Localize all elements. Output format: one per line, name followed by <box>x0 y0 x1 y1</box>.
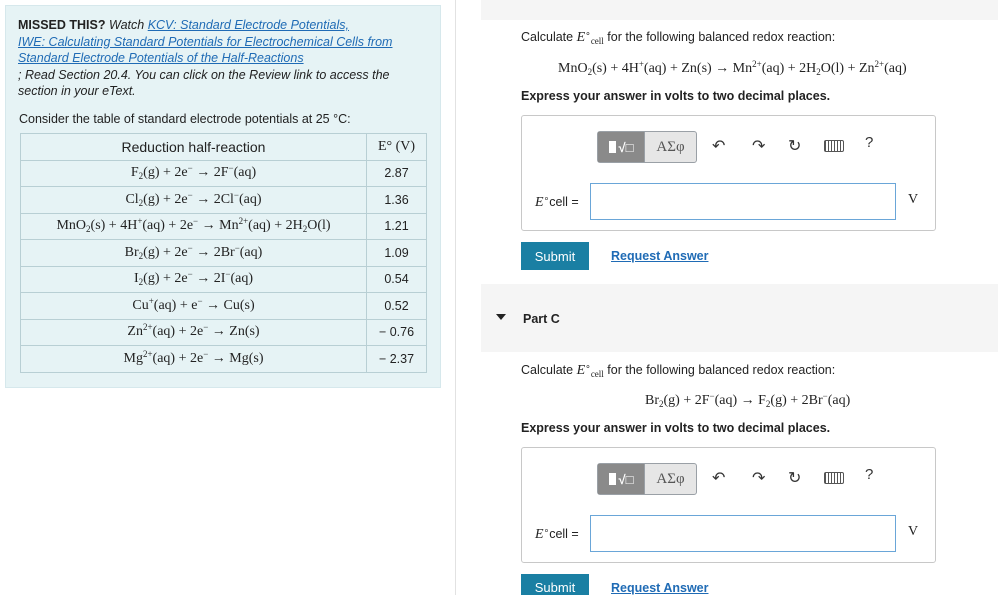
partb-calc-text: Calculate E∘cell for the following balan… <box>521 28 836 46</box>
partb-answer-box: √□ ΑΣφ ↶ ↷ ↻ ? E∘cell = V <box>521 115 936 231</box>
keyboard-icon[interactable] <box>824 472 844 484</box>
reaction-cell: F2(g) + 2e− → 2F−(aq) <box>20 159 367 187</box>
partb-answer-input[interactable] <box>590 183 896 220</box>
help-icon[interactable]: ? <box>865 466 873 483</box>
symbols-button[interactable]: ΑΣφ <box>645 464 696 494</box>
top-band <box>481 0 998 20</box>
unit-label: V <box>908 192 919 207</box>
header-e: E° (V) <box>366 133 427 161</box>
hint-panel: MISSED THIS? Watch KCV: Standard Electro… <box>5 5 441 388</box>
help-icon[interactable]: ? <box>865 134 873 151</box>
partb-instruction: Express your answer in volts to two deci… <box>521 89 831 103</box>
partc-title[interactable]: Part C <box>523 312 560 326</box>
reaction-cell: Cu+(aq) + e− → Cu(s) <box>20 292 367 320</box>
table-row: Cu+(aq) + e− → Cu(s) 0.52 <box>20 292 427 320</box>
math-toolbar: √□ ΑΣφ <box>597 463 697 495</box>
potential-cell: 1.09 <box>366 239 427 267</box>
reaction-cell: Cl2(g) + 2e− → 2Cl−(aq) <box>20 186 367 214</box>
templates-button[interactable]: √□ <box>598 464 645 494</box>
table-row: Zn2+(aq) + 2e− → Zn(s) − 0.76 <box>20 318 427 346</box>
iwe-link-cont[interactable]: Standard Electrode Potentials of the Hal… <box>18 51 304 65</box>
partc-answer-input[interactable] <box>590 515 896 552</box>
reaction-cell: Mg2+(aq) + 2e− → Mg(s) <box>20 345 367 373</box>
watch-label: Watch <box>109 18 145 32</box>
read-section-text-cont: section in your eText. <box>18 84 136 98</box>
collapse-arrow-icon[interactable] <box>496 314 506 320</box>
fraction-sqrt-icon: √□ <box>618 471 634 487</box>
undo-icon[interactable]: ↶ <box>712 136 725 156</box>
potential-cell: − 2.37 <box>366 345 427 373</box>
missed-this-label: MISSED THIS? <box>18 18 106 32</box>
potential-cell: 1.21 <box>366 212 427 240</box>
table-header-row: Reduction half-reaction E° (V) <box>20 133 427 161</box>
read-section-text: ; Read Section 20.4. You can click on th… <box>18 67 390 82</box>
potential-cell: 0.52 <box>366 292 427 320</box>
iwe-link[interactable]: IWE: Calculating Standard Potentials for… <box>18 35 392 49</box>
table-row: Cl2(g) + 2e− → 2Cl−(aq) 1.36 <box>20 186 427 214</box>
partb-request-answer-link[interactable]: Request Answer <box>611 249 708 263</box>
partb-reaction: MnO2(s) + 4H+(aq) + Zn(s) → Mn2+(aq) + 2… <box>558 59 907 77</box>
fraction-sqrt-icon: √□ <box>618 139 634 155</box>
electrode-potential-table: Reduction half-reaction E° (V) F2(g) + 2… <box>20 133 427 373</box>
kcv-link[interactable]: KCV: Standard Electrode Potentials, <box>148 18 349 32</box>
consider-table-text: Consider the table of standard electrode… <box>19 112 351 126</box>
templates-button[interactable]: √□ <box>598 132 645 162</box>
ecell-label: E∘cell = <box>535 525 579 543</box>
potential-cell: 2.87 <box>366 159 427 187</box>
reaction-cell: I2(g) + 2e− → 2I−(aq) <box>20 265 367 293</box>
table-row: MnO2(s) + 4H+(aq) + 2e− → Mn2+(aq) + 2H2… <box>20 212 427 240</box>
potential-cell: − 0.76 <box>366 318 427 346</box>
partc-instruction: Express your answer in volts to two deci… <box>521 421 831 435</box>
potential-cell: 1.36 <box>366 186 427 214</box>
undo-icon[interactable]: ↶ <box>712 468 725 488</box>
table-row: Br2(g) + 2e− → 2Br−(aq) 1.09 <box>20 239 427 267</box>
table-row: Mg2+(aq) + 2e− → Mg(s) − 2.37 <box>20 345 427 373</box>
partc-answer-box: √□ ΑΣφ ↶ ↷ ↻ ? E∘cell = V <box>521 447 936 563</box>
table-row: F2(g) + 2e− → 2F−(aq) 2.87 <box>20 159 427 187</box>
partc-reaction: Br2(g) + 2F−(aq) → F2(g) + 2Br−(aq) <box>645 391 851 409</box>
symbols-button[interactable]: ΑΣφ <box>645 132 696 162</box>
math-toolbar: √□ ΑΣφ <box>597 131 697 163</box>
partc-submit-button[interactable]: Submit <box>521 574 589 595</box>
header-reaction: Reduction half-reaction <box>20 133 367 161</box>
reset-icon[interactable]: ↻ <box>788 468 801 488</box>
reaction-cell: Br2(g) + 2e− → 2Br−(aq) <box>20 239 367 267</box>
partc-calc-text: Calculate E∘cell for the following balan… <box>521 361 836 379</box>
reaction-cell: MnO2(s) + 4H+(aq) + 2e− → Mn2+(aq) + 2H2… <box>20 212 367 240</box>
redo-icon[interactable]: ↷ <box>752 136 765 156</box>
reset-icon[interactable]: ↻ <box>788 136 801 156</box>
unit-label: V <box>908 524 919 539</box>
table-row: I2(g) + 2e− → 2I−(aq) 0.54 <box>20 265 427 293</box>
partc-request-answer-link[interactable]: Request Answer <box>611 581 708 595</box>
column-divider <box>455 0 456 595</box>
ecell-label: E∘cell = <box>535 193 579 211</box>
potential-cell: 0.54 <box>366 265 427 293</box>
partb-submit-button[interactable]: Submit <box>521 242 589 270</box>
keyboard-icon[interactable] <box>824 140 844 152</box>
missed-this-text: MISSED THIS? Watch KCV: Standard Electro… <box>18 17 428 100</box>
redo-icon[interactable]: ↷ <box>752 468 765 488</box>
reaction-cell: Zn2+(aq) + 2e− → Zn(s) <box>20 318 367 346</box>
